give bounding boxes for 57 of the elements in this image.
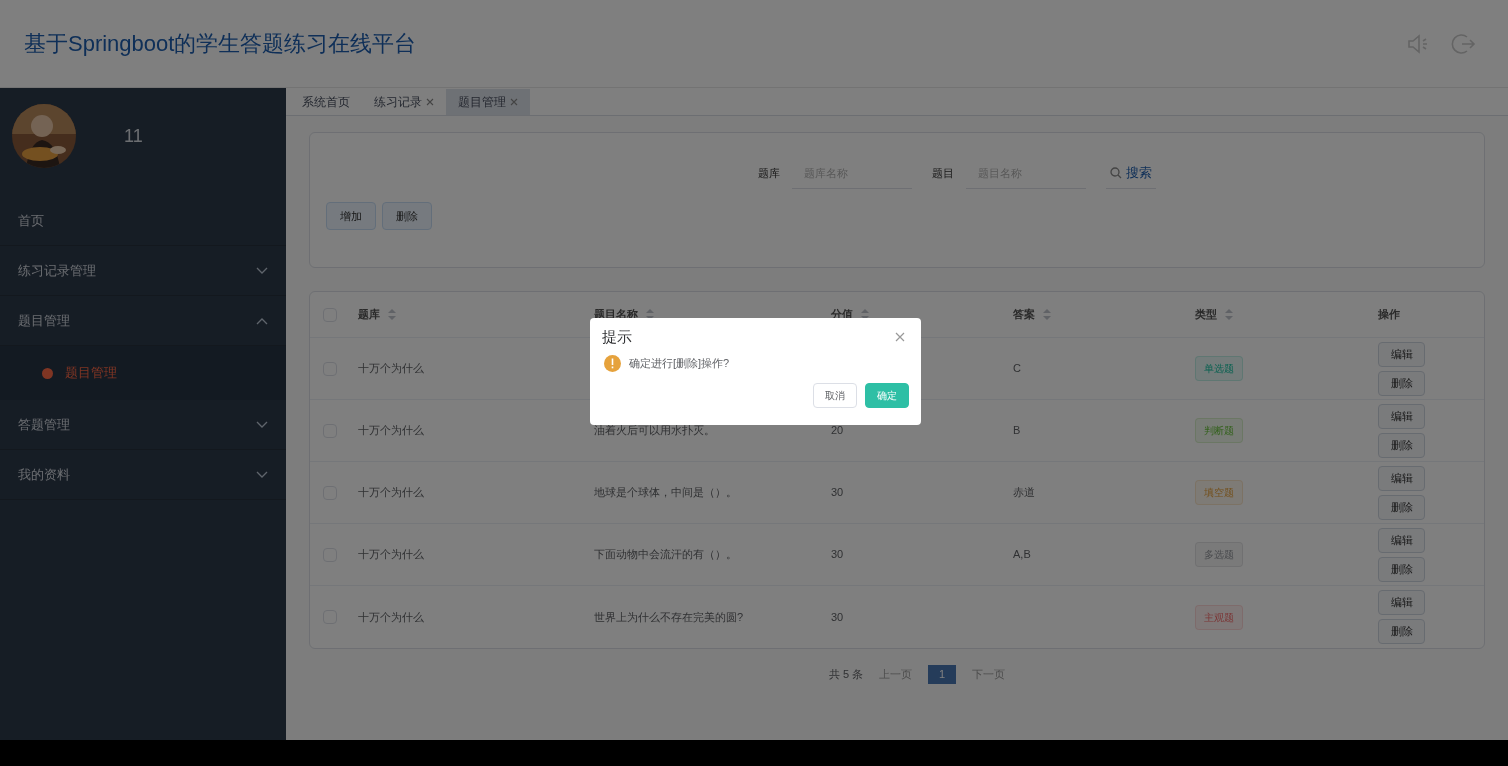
tab[interactable]: 题目管理: [446, 89, 530, 115]
total-count: 共 5 条: [828, 667, 864, 683]
edit-button[interactable]: 编辑: [1378, 590, 1425, 615]
table-cell: 30: [831, 548, 844, 561]
search-button[interactable]: 搜索: [1106, 157, 1156, 189]
table-cell: C: [1013, 362, 1021, 375]
chevron-up-icon: [256, 316, 268, 325]
column-header: 题库: [358, 307, 380, 323]
table-cell: 下面动物中会流汗的有（）。: [594, 548, 737, 561]
logout-icon[interactable]: [1450, 31, 1476, 56]
confirm-button[interactable]: 确定: [865, 382, 909, 408]
cancel-button[interactable]: 取消: [813, 382, 857, 408]
table-cell: 十万个为什么: [358, 610, 424, 623]
column-header: 类型: [1195, 307, 1217, 323]
table-cell: A,B: [1013, 548, 1031, 561]
delete-button[interactable]: 删除: [1378, 432, 1425, 458]
chevron-down-icon: [256, 266, 268, 275]
edit-button[interactable]: 编辑: [1378, 403, 1425, 429]
column-header: 答案: [1013, 307, 1035, 323]
field-label: 题库: [758, 165, 780, 181]
app-title: 基于Springboot的学生答题练习在线平台: [24, 30, 417, 58]
dialog-message: 确定进行[删除]操作?: [629, 355, 730, 371]
table-cell: 十万个为什么: [358, 486, 424, 499]
table-cell: 十万个为什么: [358, 424, 424, 437]
delete-button[interactable]: 删除: [1378, 370, 1425, 396]
close-icon[interactable]: [895, 332, 905, 343]
table-cell: 20: [831, 424, 844, 437]
table-cell: 30: [831, 610, 844, 623]
page-button[interactable]: 1: [928, 665, 957, 684]
table-cell: 30: [831, 486, 844, 499]
close-icon[interactable]: [426, 98, 434, 106]
delete-button[interactable]: 删除: [1378, 556, 1425, 582]
dialog-title: 提示: [602, 327, 632, 347]
table-cell: 地球是个球体，中间是（）。: [594, 486, 737, 499]
search-icon: [1110, 166, 1122, 179]
sort-icon[interactable]: [861, 309, 869, 320]
user-name: 11: [124, 124, 143, 148]
chevron-down-icon: [256, 470, 268, 479]
warning-icon: [604, 354, 621, 372]
table-cell: 赤道: [1013, 486, 1035, 499]
delete-button[interactable]: 删除: [1378, 619, 1425, 644]
edit-button[interactable]: 编辑: [1378, 341, 1425, 367]
column-header: 操作: [1378, 307, 1400, 323]
chevron-down-icon: [256, 420, 268, 429]
table-cell: 油着火后可以用水扑灭。: [594, 424, 715, 437]
add-button[interactable]: 增加: [326, 202, 376, 230]
sort-icon[interactable]: [646, 309, 654, 320]
table-cell: 十万个为什么: [358, 548, 424, 561]
delete-button[interactable]: 删除: [1378, 494, 1425, 520]
table-cell: B: [1013, 424, 1021, 437]
delete-button[interactable]: 删除: [382, 202, 432, 230]
table-cell: 十万个为什么: [358, 362, 424, 375]
edit-button[interactable]: 编辑: [1378, 527, 1425, 553]
table-cell: 世界上为什么不存在完美的圆?: [594, 610, 744, 623]
edit-button[interactable]: 编辑: [1378, 465, 1425, 491]
close-icon[interactable]: [510, 98, 518, 106]
field-label: 题目: [932, 165, 954, 181]
